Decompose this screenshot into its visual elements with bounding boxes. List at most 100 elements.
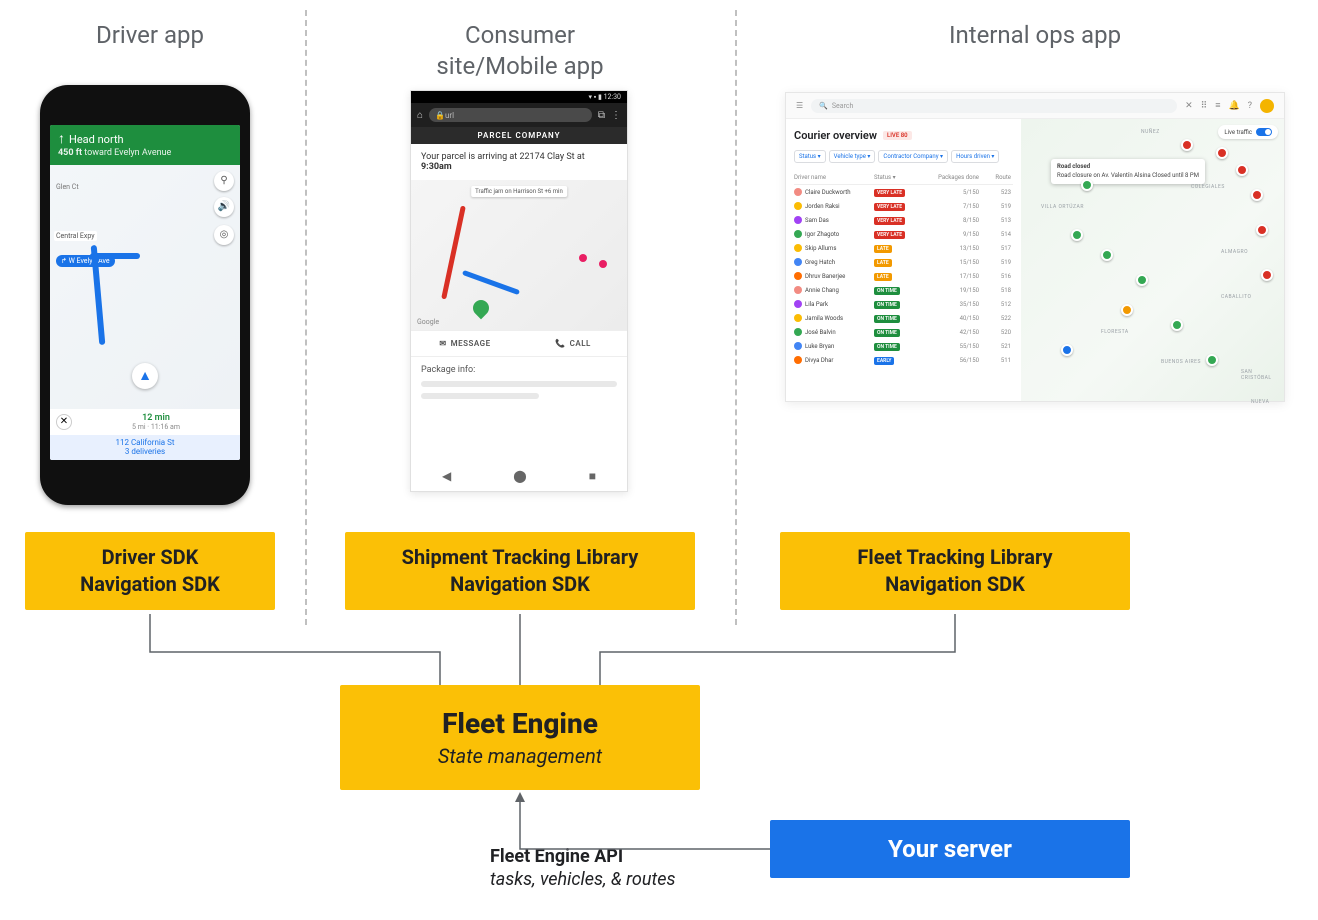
col-header[interactable]: Status ▾ — [874, 174, 924, 181]
sdk-line: Fleet Tracking Library — [790, 544, 1120, 571]
driver-name: Lila Park — [805, 301, 828, 308]
avatar — [794, 230, 802, 238]
close-icon[interactable]: ✕ — [1185, 101, 1193, 111]
browser-url-bar: ⌂ 🔒 url ⧉ ⋮ — [411, 103, 627, 127]
filter-icon[interactable]: ≡ — [1215, 100, 1220, 111]
avatar — [794, 244, 802, 252]
tabs-icon[interactable]: ⧉ — [598, 110, 605, 121]
call-button[interactable]: 📞CALL — [519, 331, 627, 356]
your-server-box: Your server — [770, 820, 1130, 878]
map-pin[interactable] — [1081, 179, 1093, 191]
map-pin[interactable] — [1181, 139, 1193, 151]
menu-icon[interactable]: ☰ — [796, 101, 803, 110]
map-pin[interactable] — [1236, 164, 1248, 176]
status-time: 12:30 — [604, 93, 621, 101]
table-row[interactable]: Skip AllumsLATE13/150517 — [794, 241, 1013, 255]
street-label: Glen Ct — [56, 183, 79, 191]
fleet-engine-subtitle: State management — [340, 744, 700, 768]
bell-icon[interactable]: 🔔 — [1229, 101, 1240, 111]
close-icon[interactable]: ✕ — [56, 414, 72, 430]
live-traffic-toggle[interactable]: Live traffic — [1218, 125, 1278, 139]
message-label: MESSAGE — [451, 339, 491, 348]
map-tooltip: Road closed Road closure on Av. Valentín… — [1051, 159, 1205, 184]
android-nav-bar: ◀ ⬤ ■ — [411, 461, 627, 491]
driver-name: Jamila Woods — [805, 315, 843, 322]
help-icon[interactable]: ? — [1248, 101, 1252, 111]
map-region-label: SAN CRISTÓBAL — [1241, 369, 1284, 381]
sdk-line: Navigation SDK — [35, 571, 265, 598]
contact-actions: ✉MESSAGE 📞CALL — [411, 330, 627, 357]
url-input[interactable]: 🔒 url — [429, 108, 592, 122]
packages-cell: 17/150 — [924, 273, 979, 280]
tooltip-body: Road closure on Av. Valentín Alsina Clos… — [1057, 172, 1199, 179]
avatar[interactable] — [1260, 99, 1274, 113]
destination-bar: 112 California St 3 deliveries — [50, 435, 240, 460]
compass-icon[interactable]: ◎ — [214, 225, 234, 245]
table-row[interactable]: Sam DasVERY LATE8/150513 — [794, 213, 1013, 227]
map-pin[interactable] — [1121, 304, 1133, 316]
avatar — [794, 314, 802, 322]
search-icon[interactable]: ⚲ — [214, 171, 234, 191]
more-icon[interactable]: ⋮ — [611, 110, 621, 121]
map-pin[interactable] — [1206, 354, 1218, 366]
table-row[interactable]: Lila ParkON TIME35/150512 — [794, 297, 1013, 311]
route-cell: 514 — [979, 231, 1011, 238]
phone-screen: ↑Head north 450 ft toward Evelyn Avenue … — [50, 125, 240, 460]
home-icon[interactable]: ⌂ — [417, 110, 423, 121]
col-header[interactable]: Packages done — [924, 174, 979, 181]
driver-name: Dhruv Banerjee — [805, 273, 845, 280]
map-pin[interactable] — [1256, 224, 1268, 236]
apps-icon[interactable]: ⠿ — [1201, 101, 1208, 111]
map-pin[interactable] — [1061, 344, 1073, 356]
table-row[interactable]: Divya DharEARLY56/150511 — [794, 353, 1013, 367]
map-pin[interactable] — [1101, 249, 1113, 261]
col-header[interactable]: Route — [979, 174, 1011, 181]
table-row[interactable]: Igor ZhagotoVERY LATE9/150514 — [794, 227, 1013, 241]
status-badge: ON TIME — [874, 301, 900, 309]
back-icon[interactable]: ◀ — [442, 469, 451, 483]
table-row[interactable]: Jorden RaksiVERY LATE7/150519 — [794, 199, 1013, 213]
call-label: CALL — [570, 339, 591, 348]
map-pin[interactable] — [1136, 274, 1148, 286]
map-pin[interactable] — [1071, 229, 1083, 241]
route-cell: 516 — [979, 273, 1011, 280]
table-row[interactable]: Luke BryanON TIME55/150521 — [794, 339, 1013, 353]
status-badge: LATE — [874, 259, 892, 267]
map-pin[interactable] — [1261, 269, 1273, 281]
table-row[interactable]: Claire DuckworthVERY LATE5/150523 — [794, 185, 1013, 199]
filter-chip[interactable]: Hours driven ▾ — [951, 150, 999, 163]
driver-name: José Balvin — [805, 329, 836, 336]
map-region-label: ALMAGRO — [1221, 249, 1248, 255]
table-row[interactable]: Dhruv BanerjeeLATE17/150516 — [794, 269, 1013, 283]
avatar — [794, 202, 802, 210]
msg-text: Your parcel is arriving at 22174 Clay St… — [421, 152, 585, 162]
table-row[interactable]: José BalvinON TIME42/150520 — [794, 325, 1013, 339]
avatar — [794, 356, 802, 364]
api-subtitle: tasks, vehicles, & routes — [490, 868, 675, 891]
message-button[interactable]: ✉MESSAGE — [411, 331, 519, 356]
status-badge: VERY LATE — [874, 189, 905, 197]
status-badge: VERY LATE — [874, 231, 905, 239]
route-cell: 512 — [979, 301, 1011, 308]
volume-icon[interactable]: 🔊 — [214, 197, 234, 217]
search-input[interactable]: 🔍Search — [811, 99, 1177, 113]
driver-name: Luke Bryan — [805, 343, 834, 350]
filter-chip[interactable]: Vehicle type ▾ — [829, 150, 876, 163]
status-badge: VERY LATE — [874, 217, 905, 225]
packages-cell: 42/150 — [924, 329, 979, 336]
filter-chip[interactable]: Contractor Company ▾ — [878, 150, 948, 163]
table-row[interactable]: Jamila WoodsON TIME40/150522 — [794, 311, 1013, 325]
home-nav-icon[interactable]: ⬤ — [513, 469, 526, 483]
recent-icon[interactable]: ■ — [589, 469, 596, 483]
sdk-line: Navigation SDK — [355, 571, 685, 598]
table-row[interactable]: Annie ChangON TIME19/150518 — [794, 283, 1013, 297]
map-pin[interactable] — [1171, 319, 1183, 331]
map-pin[interactable] — [1216, 147, 1228, 159]
col-header[interactable]: Driver name — [794, 174, 874, 181]
page-title: Courier overview LIVE 80 — [794, 129, 1013, 142]
filter-chip[interactable]: Status ▾ — [794, 150, 826, 163]
table-row[interactable]: Greg HatchLATE15/150519 — [794, 255, 1013, 269]
route-line-red — [441, 206, 466, 300]
map-pin[interactable] — [1251, 189, 1263, 201]
api-title: Fleet Engine API — [490, 845, 675, 868]
